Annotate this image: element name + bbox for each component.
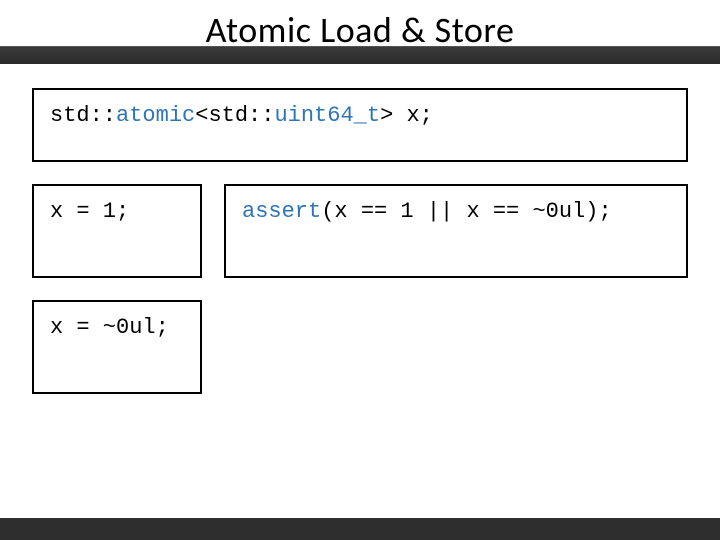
code-angle-open: < xyxy=(195,103,208,128)
row-1: x = 1; assert(x == 1 || x == ~0ul); xyxy=(32,184,688,278)
row-2: x = ~0ul; xyxy=(32,300,688,394)
code-var: x; xyxy=(393,103,433,128)
slide-footer xyxy=(0,518,720,540)
code-box-declaration: std::atomic<std::uint64_t> x; xyxy=(32,88,688,162)
slide-header: Atomic Load & Store xyxy=(0,0,720,64)
header-dark-band xyxy=(0,46,720,64)
code-box-assert: assert(x == 1 || x == ~0ul); xyxy=(224,184,688,278)
code-angle-close: > xyxy=(380,103,393,128)
code-assert-body: (x == 1 || x == ~0ul); xyxy=(321,199,611,224)
code-assign-1: x = 1; xyxy=(50,199,129,224)
slide-content: std::atomic<std::uint64_t> x; x = 1; ass… xyxy=(0,64,720,518)
code-type: uint64_t xyxy=(274,103,380,128)
code-atomic: atomic xyxy=(116,103,195,128)
code-box-assign-1: x = 1; xyxy=(32,184,202,278)
code-ns1: std:: xyxy=(50,103,116,128)
code-box-assign-2: x = ~0ul; xyxy=(32,300,202,394)
code-assign-2: x = ~0ul; xyxy=(50,315,169,340)
code-ns2: std:: xyxy=(208,103,274,128)
code-assert-fn: assert xyxy=(242,199,321,224)
